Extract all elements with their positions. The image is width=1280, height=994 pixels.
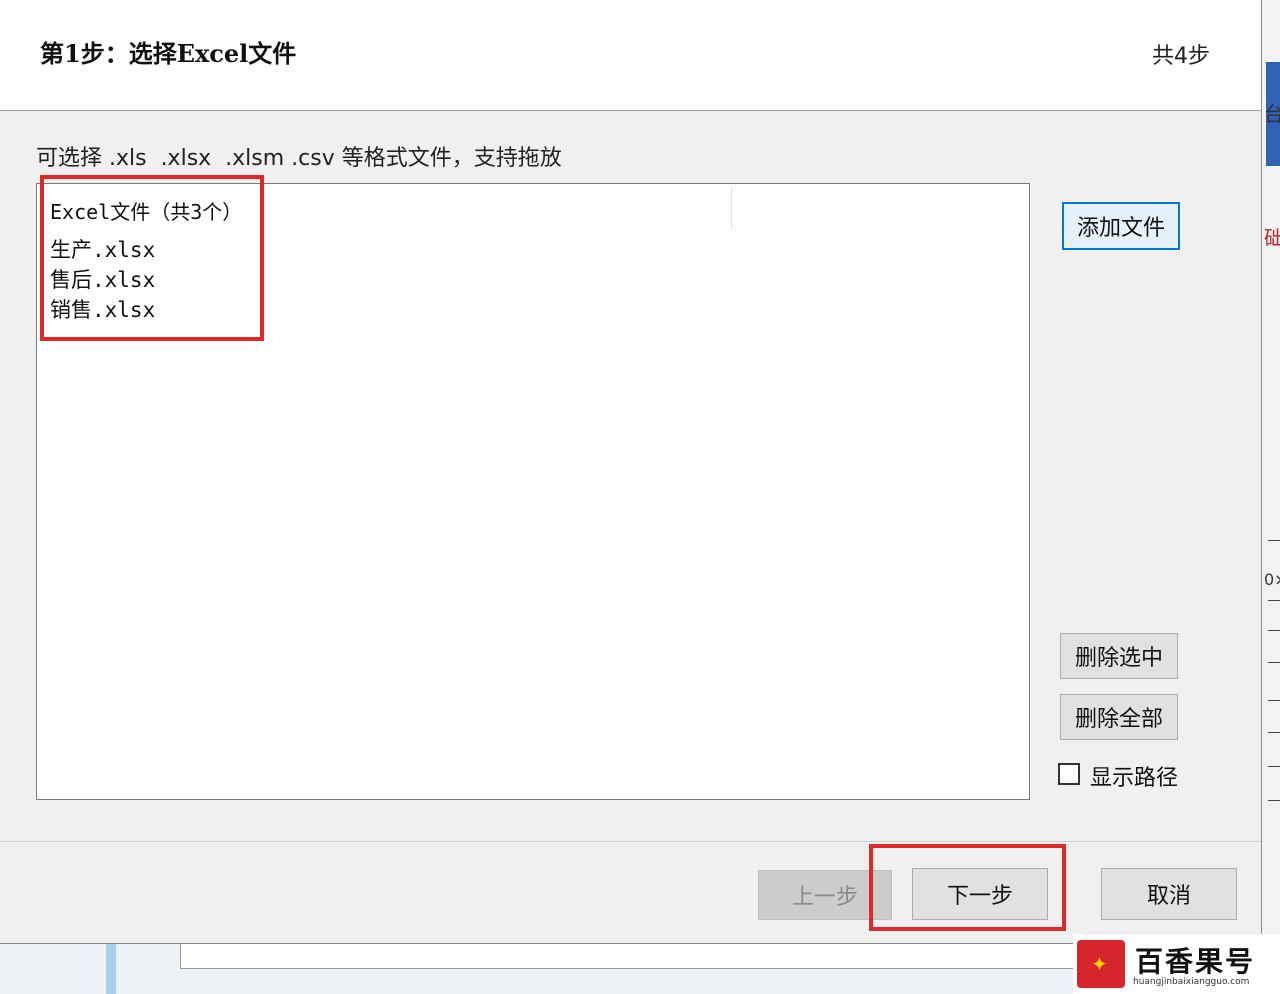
star-icon: ✦ bbox=[1091, 952, 1108, 976]
next-step-highlight bbox=[869, 844, 1066, 931]
background-window-edge: 台 础 0× bbox=[1262, 0, 1280, 994]
step-count: 共4步 bbox=[1152, 44, 1210, 69]
column-separator bbox=[731, 186, 732, 230]
background-gridline bbox=[1268, 732, 1280, 733]
footer-separator bbox=[0, 841, 1261, 842]
cancel-button[interactable]: 取消 bbox=[1101, 868, 1237, 920]
dialog-title: 第1步：选择Excel文件 bbox=[40, 39, 297, 68]
brand-logo: ✦ bbox=[1077, 940, 1125, 988]
add-files-button[interactable]: 添加文件 bbox=[1062, 202, 1180, 250]
watermark: ✦ 百香果号 huangjinbaixiangguo.com bbox=[1073, 934, 1280, 994]
supported-formats-hint: 可选择 .xls .xlsx .xlsm .csv 等格式文件，支持拖放 bbox=[36, 146, 562, 171]
file-list-highlight bbox=[40, 175, 264, 341]
dialog-header: 第1步：选择Excel文件 共4步 bbox=[0, 0, 1261, 111]
background-gridline bbox=[1268, 600, 1280, 601]
show-path-label[interactable]: 显示路径 bbox=[1090, 760, 1178, 792]
show-path-checkbox[interactable] bbox=[1058, 763, 1080, 785]
background-gridline bbox=[1268, 800, 1280, 801]
background-gridline bbox=[1268, 630, 1280, 631]
background-text-fragment: 0× bbox=[1264, 570, 1280, 589]
background-text-fragment: 础 bbox=[1264, 226, 1280, 250]
delete-all-button[interactable]: 删除全部 bbox=[1060, 694, 1178, 740]
watermark-url: huangjinbaixiangguo.com bbox=[1133, 977, 1250, 987]
background-gridline bbox=[1268, 662, 1280, 663]
wizard-dialog: 第1步：选择Excel文件 共4步 可选择 .xls .xlsx .xlsm .… bbox=[0, 0, 1262, 944]
background-text-fragment: 台 bbox=[1264, 102, 1280, 126]
delete-selected-button[interactable]: 删除选中 bbox=[1060, 633, 1178, 679]
background-scrollbar bbox=[106, 944, 116, 994]
background-gridline bbox=[1268, 540, 1280, 541]
watermark-brand: 百香果号 bbox=[1135, 945, 1256, 978]
background-gridline bbox=[1268, 766, 1280, 767]
background-gridline bbox=[1268, 700, 1280, 701]
